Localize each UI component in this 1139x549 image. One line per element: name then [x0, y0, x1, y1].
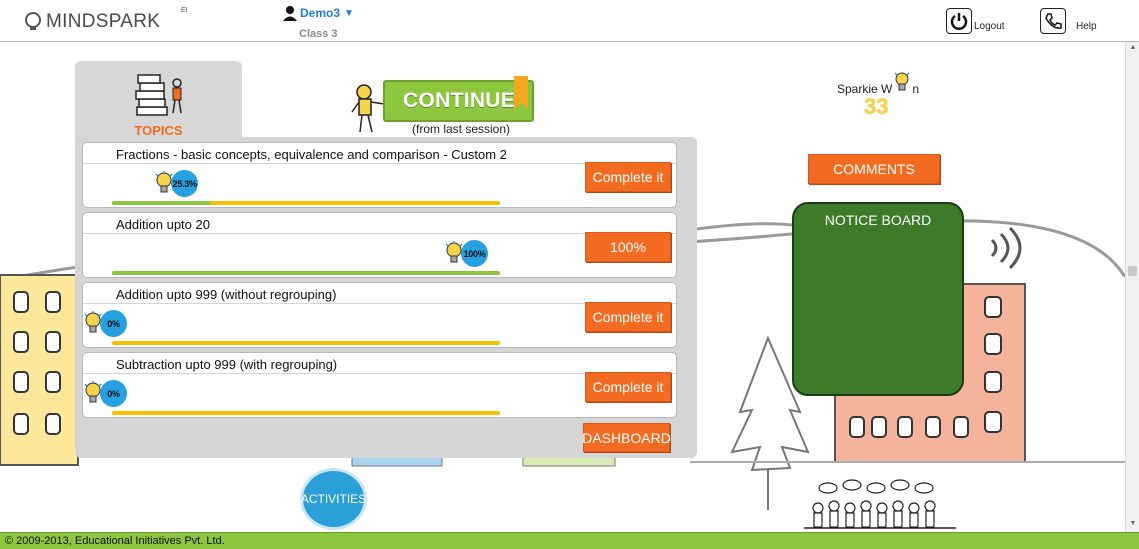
- progress-marker: 0%: [83, 380, 127, 407]
- complete-it-button[interactable]: Complete it: [585, 372, 671, 402]
- continue-button[interactable]: CONTINUE: [383, 76, 534, 122]
- continue-subtitle: (from last session): [412, 122, 511, 136]
- percent-badge: 100%: [461, 240, 488, 267]
- dashboard-button[interactable]: DASHBOARD: [582, 423, 671, 452]
- help-button[interactable]: Help: [1040, 8, 1097, 34]
- percent-badge: 0%: [100, 380, 127, 407]
- chevron-down-icon: ▼: [344, 7, 354, 19]
- kids-crowd-illustration: [804, 479, 956, 529]
- power-icon: [946, 8, 972, 34]
- help-label: Help: [1076, 21, 1097, 32]
- user-name: Demo3: [300, 6, 341, 20]
- vertical-scrollbar[interactable]: ▲ ▼: [1125, 42, 1139, 532]
- complete-it-button[interactable]: Complete it: [585, 162, 671, 192]
- progress-marker: 0%: [83, 310, 127, 337]
- scroll-thumb[interactable]: [1128, 266, 1137, 276]
- sparkie-count: 33: [864, 94, 889, 119]
- bulb-logo-icon: [25, 12, 41, 30]
- complete-it-button[interactable]: Complete it: [585, 302, 671, 332]
- scroll-down-icon[interactable]: ▼: [1128, 520, 1138, 530]
- continue-label: CONTINUE: [403, 89, 516, 112]
- topic-card: Fractions - basic concepts, equivalence …: [82, 142, 677, 208]
- activities-button[interactable]: ACTIVITIES: [300, 468, 367, 530]
- mindspark-logo[interactable]: MINDSPARK EI: [24, 7, 188, 33]
- progress-fill: [112, 201, 211, 205]
- brand-superscript: EI: [181, 7, 188, 14]
- topic-complete-button[interactable]: 100%: [585, 232, 671, 262]
- percent-badge: 0%: [100, 310, 127, 337]
- footer-copyright: © 2009-2013, Educational Initiatives Pvt…: [0, 532, 1139, 549]
- sparkie-label-right: n: [912, 82, 920, 96]
- topic-card: Addition upto 999 (without regrouping) 0…: [82, 282, 677, 348]
- logout-label: Logout: [974, 21, 1005, 32]
- comments-button[interactable]: COMMENTS: [808, 154, 940, 184]
- top-header: MINDSPARK EI Demo3 ▼ Class 3 Logout Help: [0, 0, 1139, 42]
- user-icon: [283, 6, 297, 21]
- topic-card: Addition upto 20 100% 100%: [82, 212, 677, 278]
- topic-title: Subtraction upto 999 (with regrouping): [116, 357, 338, 372]
- progress-fill: [112, 271, 500, 275]
- notice-board: NOTICE BOARD: [792, 202, 964, 396]
- progress-bar: [112, 411, 500, 415]
- notice-board-title: NOTICE BOARD: [824, 212, 932, 228]
- topic-title: Fractions - basic concepts, equivalence …: [116, 147, 507, 162]
- topic-card: Subtraction upto 999 (with regrouping) 0…: [82, 352, 677, 418]
- progress-marker: 25.3%: [154, 170, 199, 197]
- topic-title: Addition upto 20: [116, 217, 210, 232]
- user-menu[interactable]: Demo3 ▼: [282, 5, 354, 21]
- phone-icon: [1040, 8, 1066, 34]
- brand-name: MINDSPARK: [46, 11, 161, 32]
- progress-bar: [112, 271, 500, 275]
- logout-button[interactable]: Logout: [946, 8, 1005, 34]
- progress-bar: [112, 341, 500, 345]
- mascot-icon: [351, 84, 385, 133]
- topics-tab[interactable]: TOPICS: [75, 61, 242, 143]
- books-character-icon: [135, 74, 182, 116]
- percent-badge: 25.3%: [171, 170, 199, 197]
- bookmark-icon: [514, 76, 528, 110]
- user-class: Class 3: [299, 28, 338, 40]
- topic-title: Addition upto 999 (without regrouping): [116, 287, 337, 302]
- bulb-icon: [894, 72, 910, 91]
- progress-bar: [112, 201, 500, 205]
- scroll-up-icon[interactable]: ▲: [1128, 44, 1138, 54]
- topics-label: TOPICS: [134, 123, 183, 138]
- progress-marker: 100%: [444, 240, 488, 267]
